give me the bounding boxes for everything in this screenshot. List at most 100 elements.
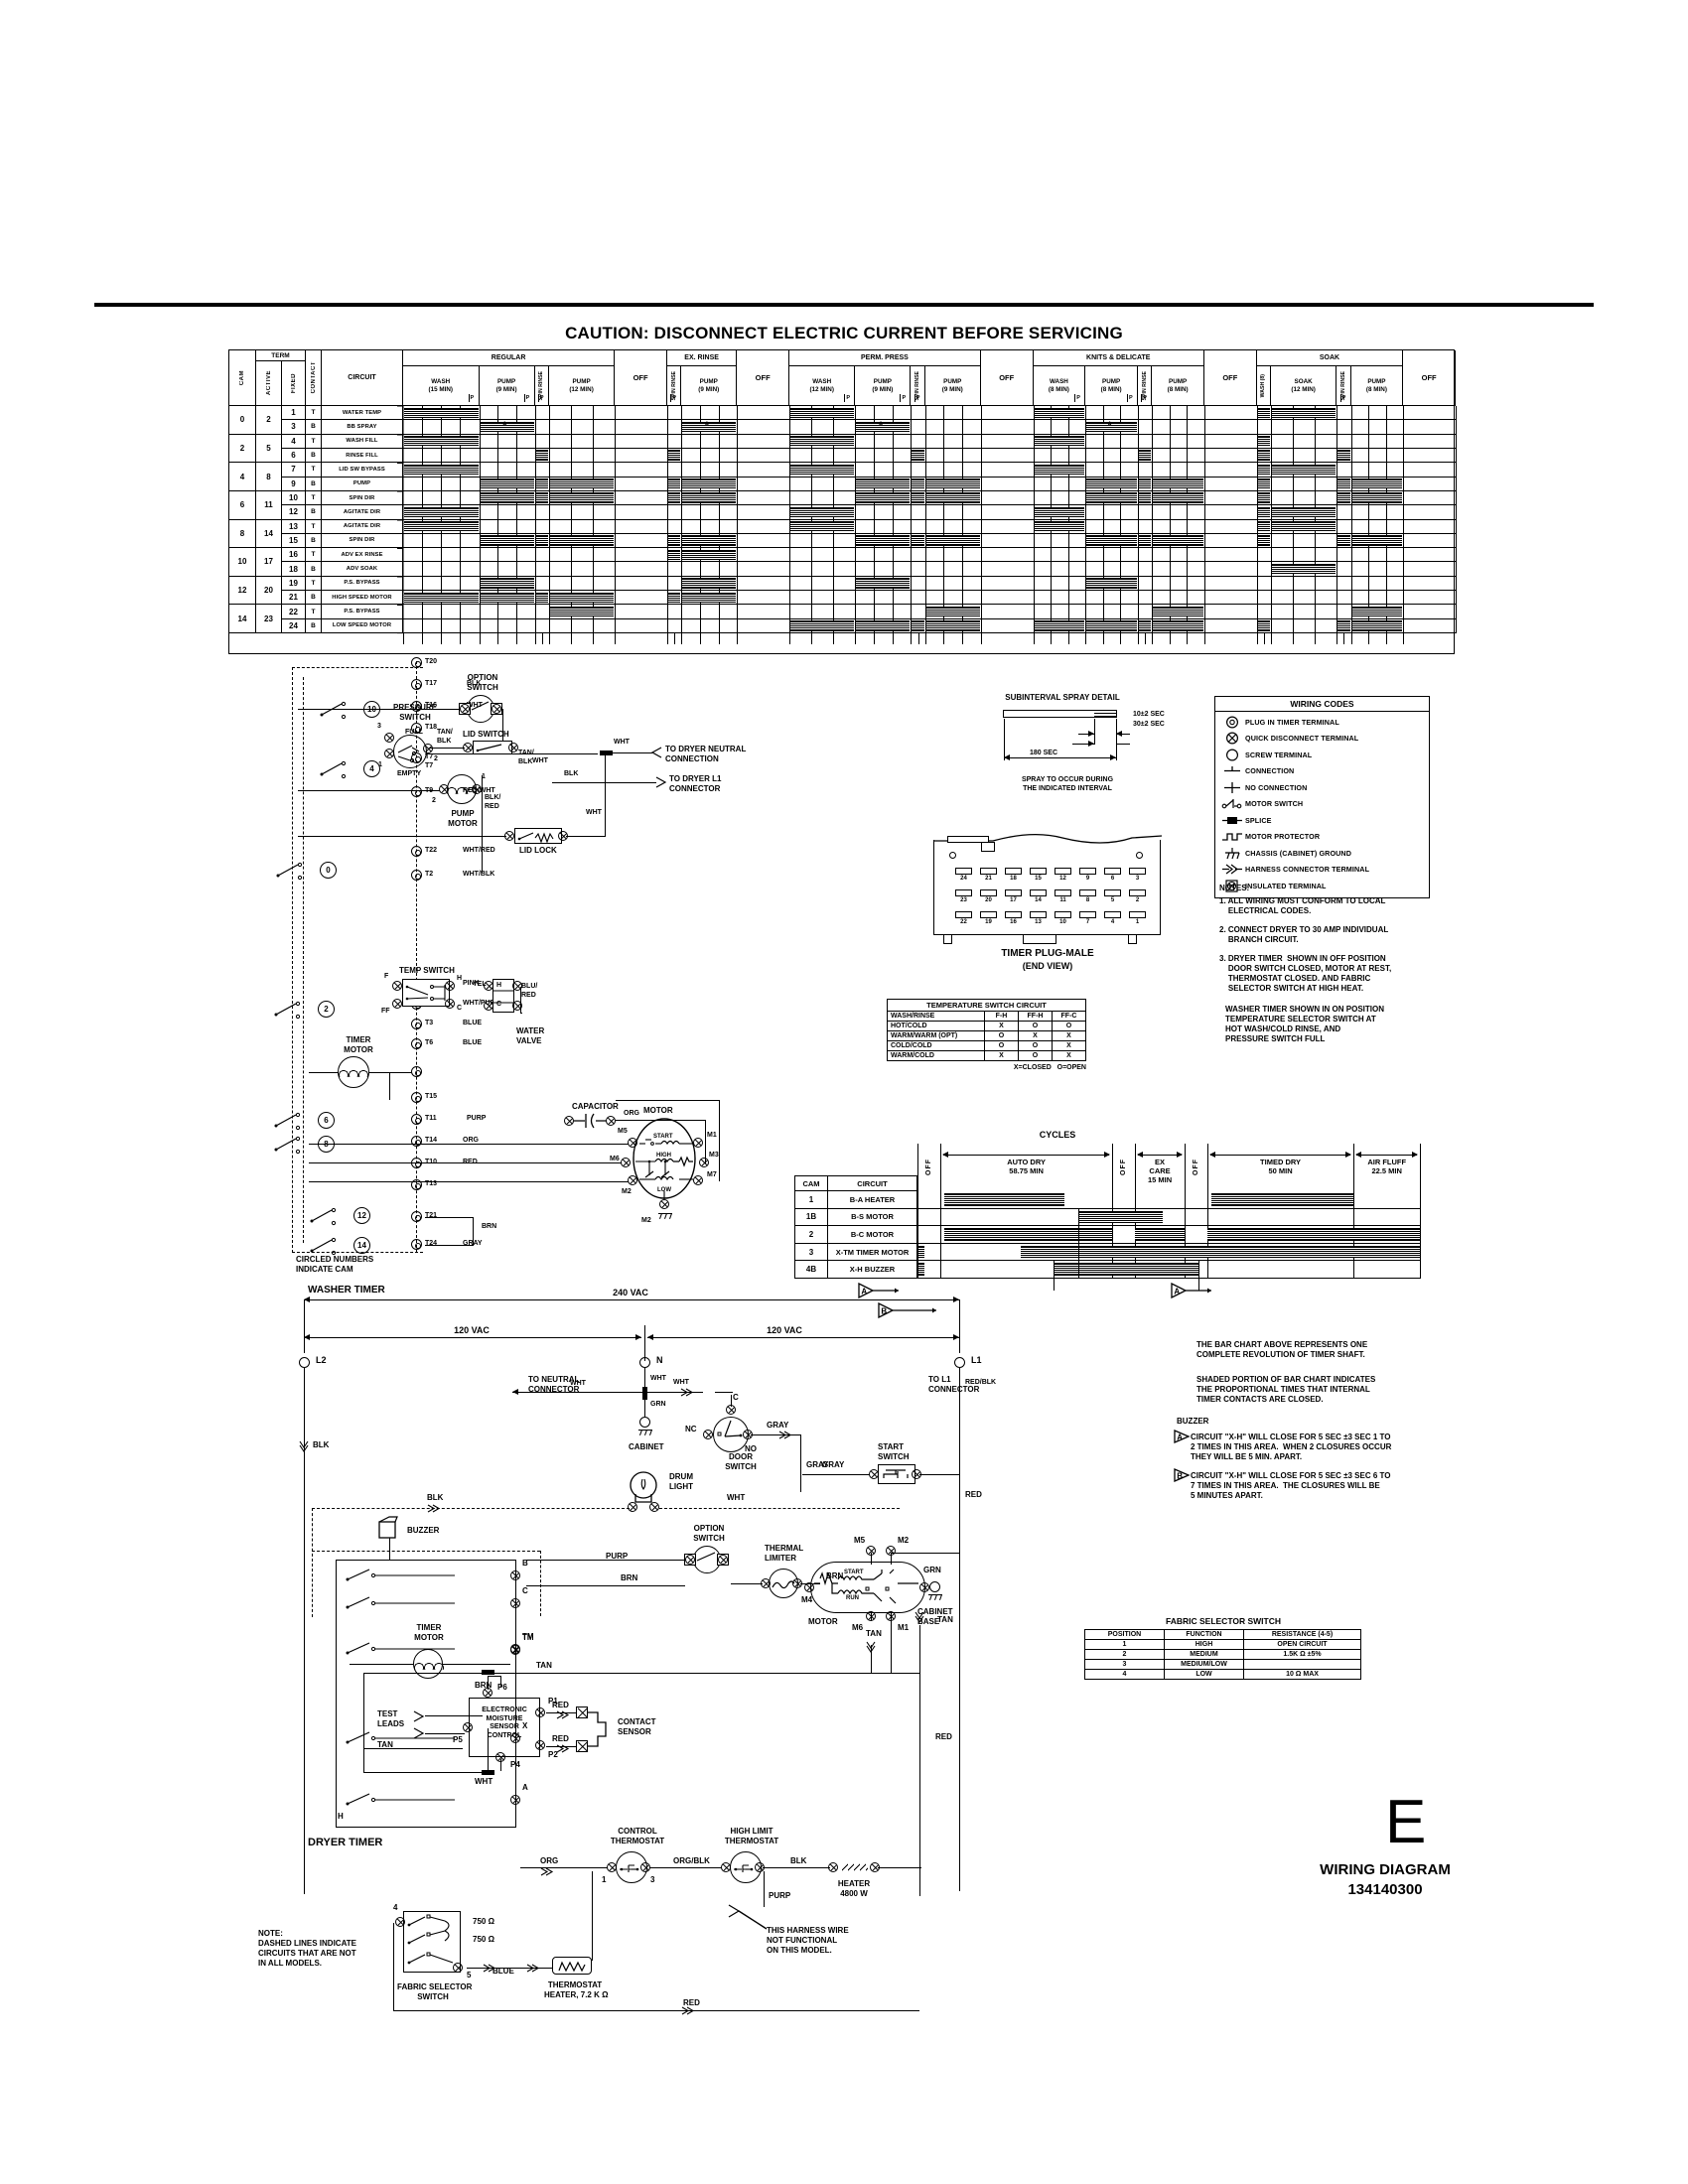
table-row: 2 MEDIUM 1.5K Ω ±5% bbox=[1084, 1649, 1361, 1660]
timer-plug-pin-number: 18 bbox=[1010, 876, 1017, 882]
pressure-pin-3: 3 bbox=[377, 723, 381, 730]
chart-closed-bar bbox=[1153, 478, 1203, 489]
timer-wire-color: WHT/RED bbox=[463, 847, 495, 854]
chart-interval-divider bbox=[1270, 406, 1272, 633]
high-limit-thermostat-label: HIGH LIMIT THERMOSTAT bbox=[724, 1827, 779, 1845]
fabric-selector-table: POSITION FUNCTION RESISTANCE (4-5) 1 HIGH OPE… bbox=[1084, 1629, 1361, 1680]
chart-closed-bar bbox=[667, 492, 681, 503]
chart-interval-divider bbox=[1137, 406, 1139, 633]
chart-closed-bar bbox=[667, 450, 681, 461]
chart-contact-cell: T bbox=[306, 519, 322, 534]
timer-plug-pin-slot bbox=[1005, 868, 1022, 875]
circled-numbers-note: CIRCLED NUMBERS INDICATE CAM bbox=[296, 1255, 374, 1274]
harness-connector-v-icon-2 bbox=[866, 1641, 876, 1653]
timer-plug-pin-number: 23 bbox=[960, 897, 967, 903]
timer-terminal-id: T18 bbox=[425, 724, 438, 731]
chart-closed-bar bbox=[549, 592, 615, 603]
chart-p-tick bbox=[468, 394, 470, 402]
chart-closed-bar bbox=[535, 492, 548, 503]
ct-pin-1: 1 bbox=[602, 1875, 607, 1884]
buzzer-icon bbox=[378, 1516, 398, 1539]
chart-closed-bar bbox=[1257, 450, 1270, 461]
chart-contact-cell: B bbox=[306, 591, 322, 606]
chart-pair-bracket-icon bbox=[397, 576, 404, 606]
chart-closed-bar bbox=[1034, 620, 1085, 631]
harness-connector-v-icon-3 bbox=[914, 1611, 924, 1623]
chart-closed-bar bbox=[1271, 407, 1336, 418]
timer-plug-pin-number: 6 bbox=[1110, 876, 1115, 882]
contact-sensor-term-2 bbox=[576, 1740, 588, 1752]
chart-closed-bar bbox=[549, 492, 615, 503]
dryer-timer-h-label: H bbox=[338, 1812, 344, 1821]
temp-table-cell: X bbox=[1052, 1030, 1086, 1041]
wiring-code-row: QUICK DISCONNECT TERMINAL bbox=[1215, 731, 1429, 748]
chart-contact-cell: B bbox=[306, 448, 322, 464]
fabric-table-cell: 1.5K Ω ±5% bbox=[1243, 1649, 1361, 1660]
cabinet-ground-terminal bbox=[639, 1417, 650, 1428]
chart-closed-bar bbox=[925, 492, 980, 503]
chart-cycle-off: OFF bbox=[1403, 350, 1456, 406]
timer-terminal-id: T9 bbox=[425, 787, 433, 796]
chart-timescale-tick bbox=[1187, 633, 1189, 644]
timer-plug-pin-slot bbox=[1104, 889, 1121, 896]
chart-closed-bar bbox=[1034, 521, 1085, 532]
temp-table-cell: O bbox=[1018, 1021, 1053, 1031]
timer-plug-pin-slot bbox=[1079, 889, 1096, 896]
chart-contact-cell: B bbox=[306, 618, 322, 633]
chart-contact-cell: B bbox=[306, 505, 322, 520]
chart-closed-bar bbox=[1257, 506, 1270, 517]
timer-wire-color: WHT/BLK bbox=[463, 871, 495, 878]
chart-interval-divider bbox=[1152, 406, 1154, 633]
chart-interval-divider bbox=[1085, 406, 1087, 633]
spray-dim-off: 30±2 SEC bbox=[1133, 721, 1165, 728]
chart-active-cell: 11 bbox=[256, 490, 282, 520]
chart-timescale-tick bbox=[911, 633, 913, 644]
chart-circuit-cell: AGITATE DIR bbox=[322, 519, 403, 534]
harness-connector-icon-4 bbox=[556, 1710, 570, 1719]
dryer-timer-term-C bbox=[510, 1598, 520, 1608]
table-row: 1 HIGH OPEN CIRCUIT bbox=[1084, 1639, 1361, 1650]
dm-m4-label: M4 bbox=[801, 1595, 813, 1604]
sheet-letter: E bbox=[1385, 1788, 1427, 1856]
chart-closed-bar bbox=[1034, 464, 1085, 476]
motor-m5-label: M5 bbox=[618, 1128, 628, 1135]
chart-header-circuit: CIRCUIT bbox=[322, 350, 403, 406]
wire-red-2: RED bbox=[935, 1732, 952, 1741]
wire-tan-blk-1: TAN/ BLK bbox=[437, 729, 453, 745]
motor-m1-label: M1 bbox=[707, 1132, 717, 1139]
timer-plug-pin-number: 21 bbox=[985, 876, 992, 882]
timer-terminal-T22 bbox=[411, 846, 422, 857]
timer-plug-pin-slot bbox=[955, 889, 972, 896]
chart-circuit-cell: SPIN DIR bbox=[322, 490, 403, 506]
chart-p-marker: P bbox=[672, 395, 676, 401]
wiring-code-label: CONNECTION bbox=[1245, 766, 1295, 776]
chart-active-cell: 14 bbox=[256, 519, 282, 549]
timer-plug-pin-number: 2 bbox=[1135, 897, 1140, 903]
chart-interval-divider bbox=[615, 406, 617, 633]
fabric-table-cell: LOW bbox=[1164, 1669, 1244, 1680]
dm-m6-label: M6 bbox=[852, 1623, 864, 1632]
wire-wht-r: WHT bbox=[673, 1379, 689, 1386]
chart-closed-bar bbox=[1271, 464, 1336, 476]
chart-timescale-tick bbox=[1336, 633, 1338, 644]
cam-switch-icon bbox=[276, 862, 303, 881]
chart-closed-bar bbox=[856, 535, 911, 546]
temp-pin-FF bbox=[392, 999, 402, 1009]
chart-contact-cell: T bbox=[306, 463, 322, 478]
chart-pair-bracket-icon bbox=[397, 604, 404, 634]
chart-timescale-tick bbox=[1368, 633, 1370, 644]
chart-closed-bar bbox=[1337, 620, 1350, 631]
dryer-timer-contact-icon bbox=[346, 1596, 455, 1609]
chart-closed-bar bbox=[480, 492, 534, 503]
harness-connector-icon-8 bbox=[526, 1964, 540, 1973]
wire-tan-2: TAN bbox=[937, 1615, 953, 1624]
chart-closed-bar bbox=[1271, 563, 1336, 575]
heater-label: HEATER 4800 W bbox=[837, 1879, 871, 1898]
wire-brn-ems: BRN bbox=[475, 1681, 492, 1690]
chart-closed-bar bbox=[682, 549, 737, 560]
chart-cam-cell: 6 bbox=[229, 490, 256, 520]
chart-contact-cell: T bbox=[306, 434, 322, 449]
chart-timescale-tick bbox=[497, 633, 499, 644]
lid-switch-label: LID SWITCH bbox=[463, 730, 509, 739]
chart-p-tick bbox=[537, 394, 539, 402]
